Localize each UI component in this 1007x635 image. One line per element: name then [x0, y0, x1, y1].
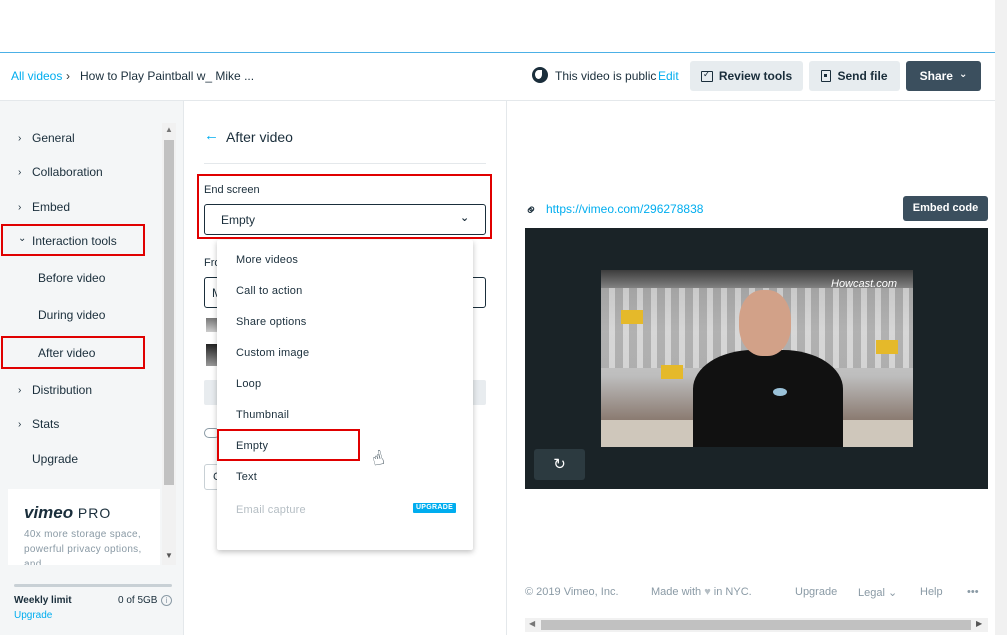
sidebar-scroll-thumb[interactable]	[164, 140, 174, 485]
chevron-right-icon: ›	[18, 384, 22, 396]
chevron-down-icon: ⌄	[958, 68, 968, 80]
menu-item-thumbnail[interactable]: Thumbnail	[236, 409, 289, 421]
weekly-limit-value: 0 of 5GB	[118, 595, 158, 606]
chevron-right-icon: ›	[18, 132, 22, 144]
sidebar-item-stats[interactable]: › Stats	[18, 417, 59, 431]
replay-button[interactable]: ↻	[534, 449, 585, 480]
menu-item-share-options[interactable]: Share options	[236, 316, 306, 328]
scroll-right-icon[interactable]: ▶	[976, 619, 982, 628]
footer-upgrade-link[interactable]: Upgrade	[795, 586, 837, 598]
send-file-button[interactable]: Send file	[809, 61, 900, 91]
sidebar-item-collaboration[interactable]: › Collaboration	[18, 165, 103, 179]
file-icon	[821, 70, 832, 82]
more-options-icon[interactable]: •••	[967, 586, 979, 598]
sidebar-subitem-before-video[interactable]: Before video	[38, 271, 105, 285]
sidebar-item-label: General	[32, 131, 75, 145]
video-sign	[876, 340, 898, 354]
scroll-down-icon[interactable]: ▼	[165, 551, 173, 560]
video-watermark: Howcast.com	[831, 278, 898, 290]
menu-item-custom-image[interactable]: Custom image	[236, 347, 309, 359]
sidebar-subitem-during-video[interactable]: During video	[38, 308, 105, 322]
highlight-box	[1, 224, 145, 256]
weekly-limit-upgrade-link[interactable]: Upgrade	[14, 610, 52, 621]
video-title: How to Play Paintball w_ Mike ...	[80, 69, 255, 83]
heart-icon: ♥	[704, 586, 711, 598]
sidebar-item-embed[interactable]: › Embed	[18, 200, 70, 214]
embed-code-button[interactable]: Embed code	[903, 196, 988, 221]
review-tools-button[interactable]: Review tools	[690, 61, 803, 91]
breadcrumb-chevron-icon: ›	[66, 69, 70, 83]
share-label: Share	[919, 69, 953, 83]
all-videos-link[interactable]: All videos	[11, 69, 62, 83]
scroll-left-icon[interactable]: ◀	[529, 619, 535, 628]
sidebar-item-label: Distribution	[32, 383, 93, 397]
highlight-box	[217, 429, 360, 461]
sidebar-item-label: Collaboration	[32, 165, 103, 179]
promo-text: 40x more storage space, powerful privacy…	[24, 529, 142, 565]
copyright: © 2019 Vimeo, Inc.	[525, 586, 619, 598]
made-with-text: Made with ♥ in NYC.	[651, 586, 752, 598]
divider	[204, 163, 486, 164]
highlight-box	[197, 174, 492, 239]
replay-icon: ↻	[553, 456, 566, 473]
weekly-limit-bar	[14, 584, 172, 587]
visibility-status: This video is public	[555, 69, 657, 83]
video-end-frame[interactable]: Howcast.com	[601, 270, 913, 447]
review-check-icon	[700, 69, 713, 82]
weekly-limit-label: Weekly limit	[14, 595, 72, 606]
video-shirt-logo	[773, 388, 787, 396]
back-arrow-icon[interactable]: ←	[204, 127, 219, 144]
video-sign	[661, 365, 683, 379]
chevron-right-icon: ›	[18, 201, 22, 213]
sidebar-item-general[interactable]: › General	[18, 131, 75, 145]
menu-item-text[interactable]: Text	[236, 471, 257, 483]
vimeo-pro-promo[interactable]: vimeo PRO 40x more storage space, powerf…	[8, 489, 160, 565]
video-person-head	[739, 290, 791, 356]
chevron-right-icon: ›	[18, 166, 22, 178]
video-url-link[interactable]: https://vimeo.com/296278838	[546, 202, 703, 216]
upgrade-badge[interactable]: UPGRADE	[413, 503, 456, 513]
page-scrollbar[interactable]	[995, 0, 1007, 635]
footer-legal-menu[interactable]: Legal ⌄	[858, 586, 897, 599]
footer-help-link[interactable]: Help	[920, 586, 943, 598]
edit-visibility-link[interactable]: Edit	[658, 69, 679, 83]
menu-item-call-to-action[interactable]: Call to action	[236, 285, 302, 297]
globe-icon	[532, 67, 548, 83]
link-icon: ⚭	[521, 199, 543, 221]
menu-item-email-capture: Email capture	[236, 504, 306, 516]
chevron-down-icon: ⌄	[887, 587, 898, 599]
info-icon[interactable]: i	[161, 595, 172, 606]
sidebar-item-label: Stats	[32, 417, 60, 431]
scroll-up-icon[interactable]: ▲	[165, 125, 173, 134]
video-sign	[621, 310, 643, 324]
share-button[interactable]: Share ⌄	[906, 61, 981, 91]
sidebar-item-distribution[interactable]: › Distribution	[18, 383, 92, 397]
review-tools-label: Review tools	[718, 69, 793, 83]
video-person	[693, 350, 843, 447]
horizontal-scroll-thumb[interactable]	[541, 620, 971, 630]
sidebar-item-upgrade[interactable]: Upgrade	[32, 452, 78, 466]
panel-title: After video	[226, 129, 293, 145]
divider	[506, 101, 507, 635]
menu-item-loop[interactable]: Loop	[236, 378, 261, 390]
sidebar-item-label: Embed	[32, 200, 71, 214]
chevron-right-icon: ›	[18, 418, 22, 430]
vimeo-pro-logo: vimeo PRO	[24, 503, 112, 522]
send-file-label: Send file	[837, 69, 888, 83]
highlight-box	[1, 336, 145, 369]
menu-item-more-videos[interactable]: More videos	[236, 254, 298, 266]
